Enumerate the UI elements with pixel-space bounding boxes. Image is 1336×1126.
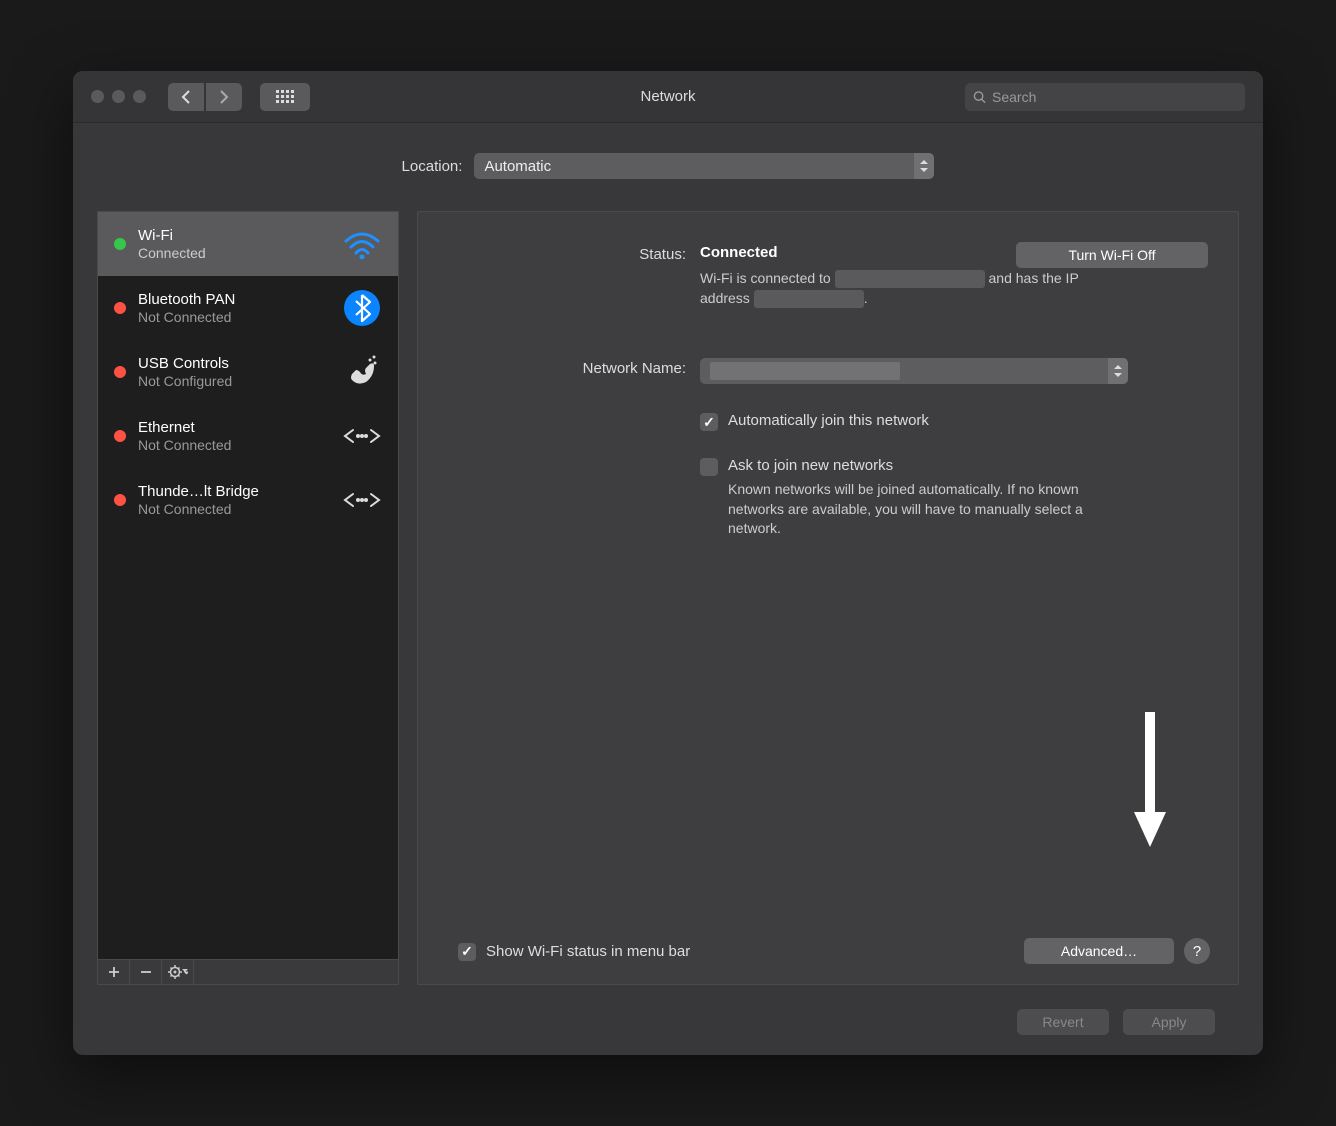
auto-join-label-wrap: Automatically join this network bbox=[728, 412, 929, 429]
turn-wifi-off-button[interactable]: Turn Wi-Fi Off bbox=[1016, 242, 1208, 268]
bottom-buttons: Revert Apply bbox=[97, 985, 1239, 1035]
interface-status: Not Connected bbox=[138, 501, 328, 518]
ask-join-checkbox[interactable] bbox=[700, 458, 718, 476]
forward-button[interactable] bbox=[206, 83, 242, 111]
auto-join-label: Automatically join this network bbox=[728, 412, 929, 429]
auto-join-checkbox[interactable] bbox=[700, 413, 718, 431]
redacted-ssid bbox=[835, 270, 985, 288]
interface-status: Not Connected bbox=[138, 437, 328, 454]
status-dot-icon bbox=[114, 430, 126, 442]
search-input[interactable] bbox=[992, 89, 1237, 105]
interface-sidebar: Wi-Fi Connected Bluetooth PAN Not Connec… bbox=[97, 211, 399, 985]
back-button[interactable] bbox=[168, 83, 204, 111]
titlebar: Network bbox=[73, 71, 1263, 123]
show-status-checkbox[interactable] bbox=[458, 943, 476, 961]
apply-button[interactable]: Apply bbox=[1123, 1009, 1215, 1035]
interface-list: Wi-Fi Connected Bluetooth PAN Not Connec… bbox=[97, 211, 399, 959]
redacted-ip bbox=[754, 290, 864, 308]
help-button[interactable]: ? bbox=[1184, 938, 1210, 964]
stepper-icon bbox=[914, 153, 934, 179]
network-name-value bbox=[700, 358, 1210, 384]
interface-text: Bluetooth PAN Not Connected bbox=[138, 291, 328, 326]
plus-icon bbox=[108, 966, 120, 978]
wifi-icon bbox=[340, 222, 384, 266]
arrow-annotation-icon bbox=[1130, 712, 1170, 855]
location-select[interactable]: Automatic bbox=[474, 153, 934, 179]
chevron-left-icon bbox=[181, 90, 191, 104]
interface-text: Ethernet Not Connected bbox=[138, 419, 328, 454]
interface-name: Ethernet bbox=[138, 419, 328, 437]
status-dot-icon bbox=[114, 302, 126, 314]
close-window-button[interactable] bbox=[91, 90, 104, 103]
bluetooth-icon bbox=[340, 286, 384, 330]
detail-panel: Turn Wi-Fi Off Status: Connected Wi-Fi i… bbox=[417, 211, 1239, 985]
status-description: Wi-Fi is connected to and has the IP add… bbox=[700, 269, 1120, 308]
ask-join-label-wrap: Ask to join new networks Known networks … bbox=[728, 457, 1128, 539]
network-preferences-window: Network Location: Automatic Wi-Fi bbox=[73, 71, 1263, 1055]
show-status-label: Show Wi-Fi status in menu bar bbox=[486, 943, 690, 960]
sidebar-toolbar bbox=[97, 959, 399, 985]
minus-icon bbox=[140, 966, 152, 978]
traffic-lights bbox=[91, 90, 146, 103]
interface-options-button[interactable] bbox=[162, 960, 194, 984]
stepper-icon bbox=[1108, 358, 1128, 384]
chevron-right-icon bbox=[219, 90, 229, 104]
gear-icon bbox=[168, 965, 188, 979]
interface-item-usb[interactable]: USB Controls Not Configured bbox=[98, 340, 398, 404]
network-name-label: Network Name: bbox=[446, 358, 686, 384]
ask-join-description: Known networks will be joined automatica… bbox=[728, 480, 1128, 539]
location-value: Automatic bbox=[484, 158, 551, 175]
interface-item-ethernet[interactable]: Ethernet Not Connected bbox=[98, 404, 398, 468]
search-field[interactable] bbox=[965, 83, 1245, 111]
ask-join-row: Ask to join new networks Known networks … bbox=[700, 457, 1210, 539]
interface-text: Wi-Fi Connected bbox=[138, 227, 328, 262]
status-dot-icon bbox=[114, 366, 126, 378]
network-name-row: Network Name: bbox=[446, 358, 1210, 384]
remove-interface-button[interactable] bbox=[130, 960, 162, 984]
status-label: Status: bbox=[446, 244, 686, 308]
detail-footer: Show Wi-Fi status in menu bar Advanced… … bbox=[446, 938, 1210, 964]
network-name-select[interactable] bbox=[700, 358, 1128, 384]
ethernet-icon bbox=[340, 414, 384, 458]
add-interface-button[interactable] bbox=[98, 960, 130, 984]
show-all-button[interactable] bbox=[260, 83, 310, 111]
interface-item-thunderbolt[interactable]: Thunde…lt Bridge Not Connected bbox=[98, 468, 398, 532]
revert-button[interactable]: Revert bbox=[1017, 1009, 1109, 1035]
interface-status: Not Connected bbox=[138, 309, 328, 326]
interface-name: Bluetooth PAN bbox=[138, 291, 328, 309]
show-status-row: Show Wi-Fi status in menu bar bbox=[458, 942, 690, 961]
interface-status: Not Configured bbox=[138, 373, 328, 390]
interface-text: Thunde…lt Bridge Not Connected bbox=[138, 483, 328, 518]
status-dot-icon bbox=[114, 494, 126, 506]
minimize-window-button[interactable] bbox=[112, 90, 125, 103]
search-icon bbox=[973, 90, 986, 104]
ask-join-label: Ask to join new networks bbox=[728, 457, 1128, 474]
phone-icon bbox=[340, 350, 384, 394]
interface-text: USB Controls Not Configured bbox=[138, 355, 328, 390]
window-title: Network bbox=[640, 88, 695, 105]
auto-join-row: Automatically join this network bbox=[700, 412, 1210, 431]
interface-status: Connected bbox=[138, 245, 328, 262]
location-label: Location: bbox=[402, 158, 463, 175]
redacted-network-name bbox=[710, 362, 900, 380]
interface-name: Wi-Fi bbox=[138, 227, 328, 245]
location-row: Location: Automatic bbox=[97, 153, 1239, 179]
main-area: Wi-Fi Connected Bluetooth PAN Not Connec… bbox=[97, 211, 1239, 985]
grid-icon bbox=[276, 90, 294, 104]
status-dot-icon bbox=[114, 238, 126, 250]
ethernet-icon bbox=[340, 478, 384, 522]
zoom-window-button[interactable] bbox=[133, 90, 146, 103]
interface-item-wifi[interactable]: Wi-Fi Connected bbox=[98, 212, 398, 276]
advanced-button[interactable]: Advanced… bbox=[1024, 938, 1174, 964]
content-area: Location: Automatic Wi-Fi Connected bbox=[73, 123, 1263, 1055]
interface-item-bluetooth[interactable]: Bluetooth PAN Not Connected bbox=[98, 276, 398, 340]
interface-name: USB Controls bbox=[138, 355, 328, 373]
nav-buttons bbox=[168, 83, 242, 111]
interface-name: Thunde…lt Bridge bbox=[138, 483, 328, 501]
